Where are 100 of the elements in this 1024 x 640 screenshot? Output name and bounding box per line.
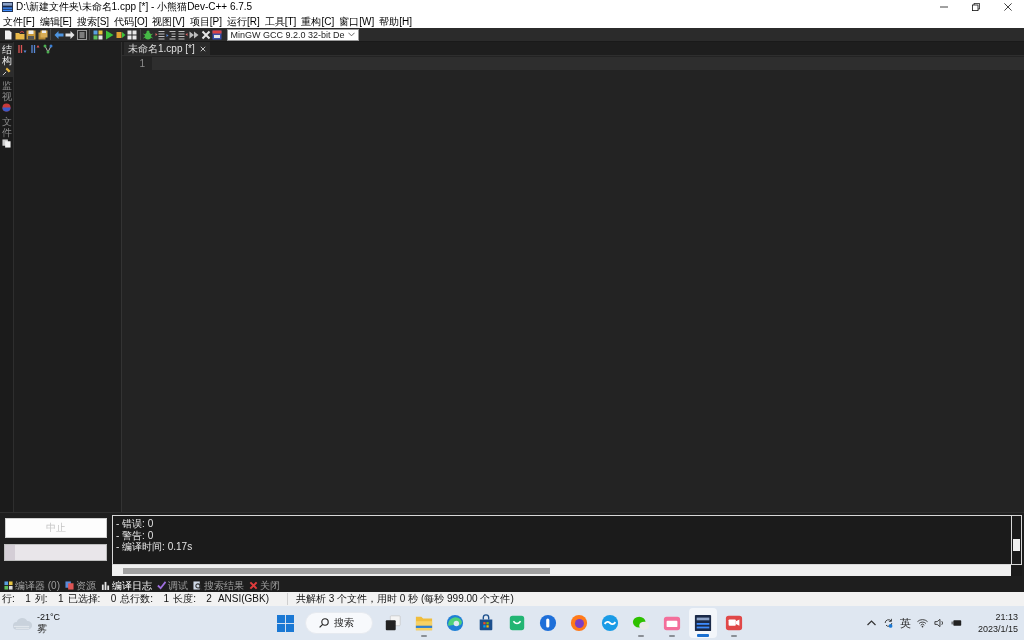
status-label: 长度:: [173, 593, 196, 605]
menu-item[interactable]: 运行[R]: [224, 14, 262, 28]
lines-arrow-icon[interactable]: [166, 29, 176, 40]
vertical-scrollbar[interactable]: [1011, 515, 1022, 565]
floppies-icon[interactable]: [37, 29, 48, 40]
menu-item[interactable]: 代码[O]: [112, 14, 150, 28]
wave-circle-icon: [600, 614, 619, 632]
sort-icon[interactable]: [30, 43, 40, 54]
panel-tab[interactable]: 关闭: [247, 578, 282, 592]
sync-icon[interactable]: [882, 618, 894, 628]
menu-item[interactable]: 文件[F]: [1, 14, 37, 28]
battery-icon[interactable]: [950, 618, 962, 628]
weather-text: 雾: [37, 623, 48, 635]
log-line: - 编译时间: 0.17s: [116, 541, 194, 553]
menu-item[interactable]: 搜索[S]: [74, 14, 112, 28]
menu-item[interactable]: 编辑[E]: [37, 14, 74, 28]
smile-tile-icon: [507, 614, 526, 632]
fast-forward-icon[interactable]: [189, 29, 199, 40]
side-tab[interactable]: 监视: [0, 79, 13, 113]
menu-item[interactable]: 项目[P]: [187, 14, 224, 28]
panel-tab[interactable]: 搜索结果: [191, 578, 246, 592]
clock-date: 2023/1/15: [977, 623, 1018, 635]
close-icon: [249, 580, 258, 590]
status-value: 1: [162, 593, 171, 605]
restore-icon[interactable]: [972, 3, 980, 11]
status-label: 列:: [34, 593, 48, 605]
editor-tab[interactable]: 未命名1.cpp [*]: [124, 42, 210, 55]
status-value: 0: [109, 593, 118, 605]
side-tab[interactable]: 文件: [0, 115, 13, 149]
bug-icon[interactable]: [143, 29, 153, 40]
status-label: 总行数:: [120, 593, 154, 605]
panel-tab[interactable]: 编译器 (0): [2, 578, 62, 592]
horizontal-scrollbar[interactable]: [112, 565, 1011, 576]
ide-tile-icon: [693, 614, 712, 632]
menu-item[interactable]: 工具[T]: [262, 14, 299, 28]
side-tab[interactable]: 结构: [0, 43, 13, 77]
status-value: 1: [24, 593, 32, 605]
pin-icon: [2, 67, 11, 76]
cloud-icon: [12, 615, 33, 631]
close-icon[interactable]: [1004, 3, 1012, 11]
right-arrow-icon[interactable]: [65, 29, 75, 40]
menu-item[interactable]: 帮助[H]: [377, 14, 414, 28]
page-icon[interactable]: [3, 29, 13, 40]
status-value: 1: [57, 593, 65, 605]
minimize-icon[interactable]: [940, 3, 948, 11]
list-icon[interactable]: [76, 29, 87, 40]
status-value: 2: [205, 593, 213, 605]
badge-icon: [538, 614, 557, 632]
check-icon: [157, 580, 166, 590]
globe-icon: [569, 614, 588, 632]
log-line: - 错误: 0: [116, 518, 155, 530]
panel-tab[interactable]: 资源: [63, 578, 98, 592]
swirl-icon: [445, 614, 464, 632]
speaker-icon[interactable]: [933, 618, 945, 628]
colored-squares-icon[interactable]: [92, 29, 103, 40]
chevron-up-icon[interactable]: [865, 618, 877, 628]
temperature-text: -21°C: [37, 611, 61, 623]
status-label: 行:: [2, 593, 15, 605]
pages-icon: [2, 139, 11, 148]
language-indicator[interactable]: 英: [899, 615, 911, 631]
window-icon[interactable]: [212, 29, 222, 40]
menu-item[interactable]: 窗口[W]: [337, 14, 377, 28]
four-squares-icon[interactable]: [127, 29, 137, 40]
tree-icon[interactable]: [43, 43, 53, 54]
panel-tab[interactable]: 调试: [155, 578, 190, 592]
panel-tab[interactable]: 编译日志: [99, 578, 154, 592]
compiler-dropdown[interactable]: MinGW GCC 9.2.0 32-bit De: [226, 28, 359, 41]
menu-item[interactable]: 视图[V]: [150, 14, 187, 28]
log-line: - 警告: 0: [116, 529, 155, 541]
play-icon[interactable]: [104, 29, 114, 40]
wifi-icon[interactable]: [916, 618, 928, 628]
code-editor[interactable]: 1: [122, 56, 1024, 512]
square-play-icon[interactable]: [115, 29, 126, 40]
bar-chart-icon: [101, 580, 110, 590]
floppy-icon[interactable]: [26, 29, 36, 40]
stacked-squares-icon: [383, 614, 402, 632]
sort-icon[interactable]: [17, 43, 27, 54]
ball-icon: [2, 103, 11, 112]
left-arrow-icon[interactable]: [53, 29, 64, 40]
chat-bubbles-icon: [631, 614, 650, 632]
search-button[interactable]: 搜索: [304, 612, 373, 634]
tv-tile-icon: [662, 614, 681, 632]
status-label: 已选择:: [67, 593, 101, 605]
dots-grid-icon: [4, 580, 13, 590]
window-title: D:\新建文件夹\未命名1.cpp [*] - 小熊猫Dev-C++ 6.7.5: [16, 1, 253, 13]
taskbar-app-button[interactable]: [688, 608, 717, 638]
lines-arrow-icon[interactable]: [154, 29, 165, 40]
search-icon: [193, 580, 202, 590]
cross-icon[interactable]: [200, 29, 211, 40]
folder-icon[interactable]: [14, 29, 25, 40]
search-icon: [318, 618, 329, 628]
menu-item[interactable]: 重构[C]: [299, 14, 337, 28]
caret-icon: [347, 32, 355, 37]
line-number: 1: [139, 57, 145, 70]
pages-icon: [65, 580, 74, 590]
app-icon: [2, 2, 13, 12]
camera-icon: [724, 614, 743, 632]
encoding-label: ANSI(GBK): [215, 593, 288, 605]
status-message: 共解析 3 个文件，用时 0 秒 (每秒 999.00 个文件): [294, 593, 514, 605]
lines-arrow-icon[interactable]: [177, 29, 188, 40]
